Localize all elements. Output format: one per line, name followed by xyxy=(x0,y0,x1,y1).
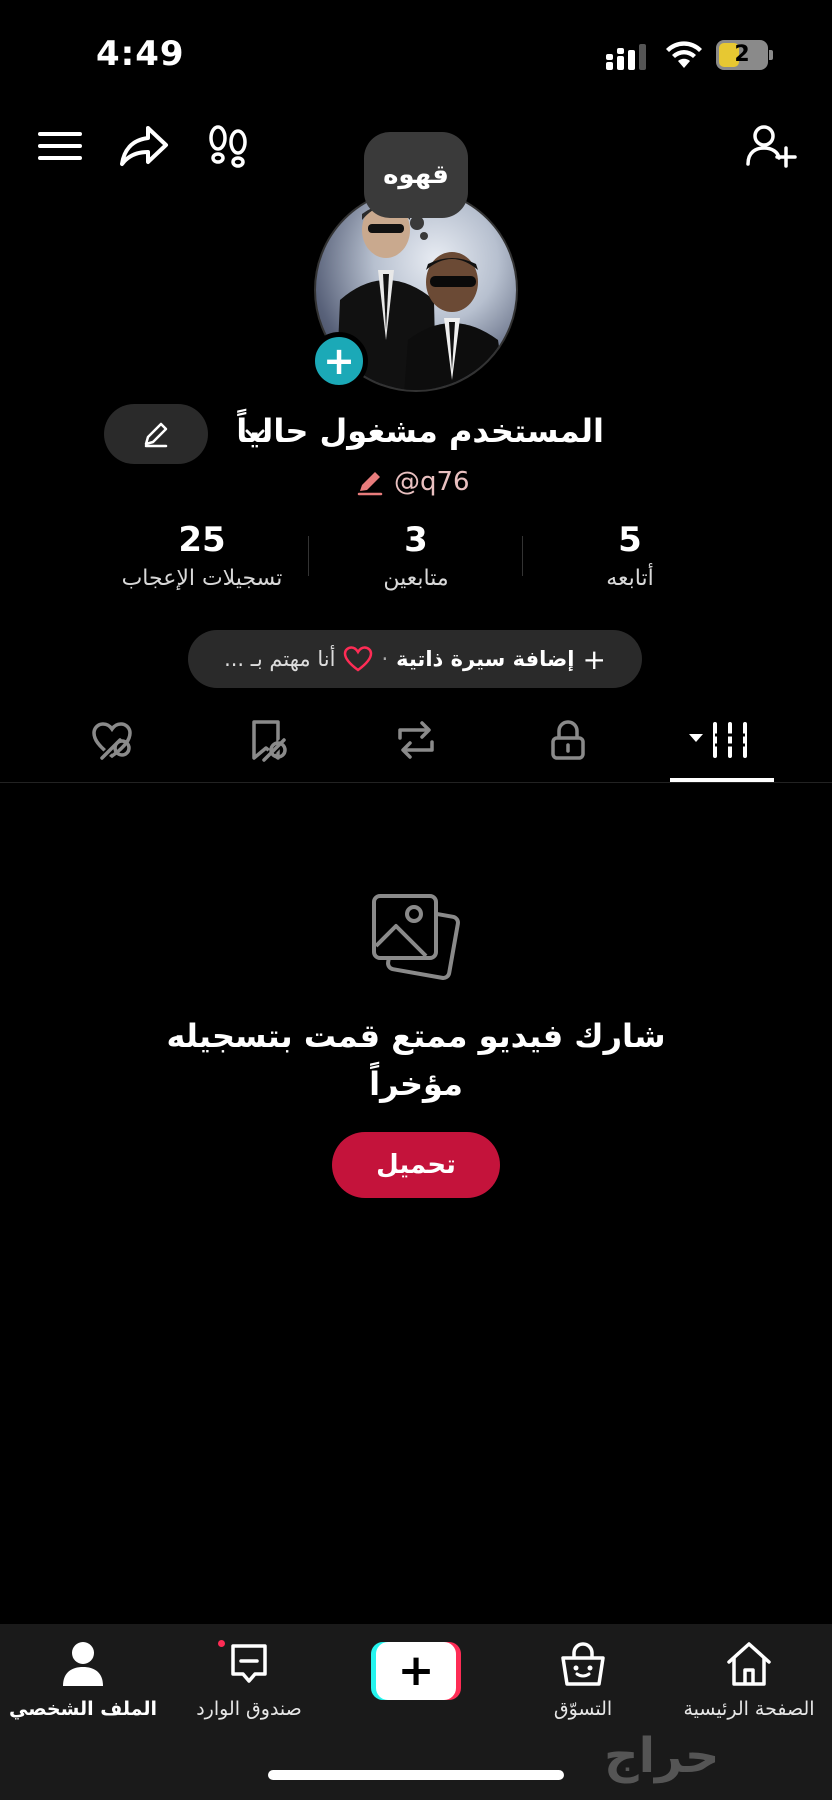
wifi-icon xyxy=(666,41,702,68)
lock-icon xyxy=(551,720,585,760)
tab-videos[interactable] xyxy=(670,710,774,770)
profile-icon xyxy=(63,1642,103,1686)
home-icon xyxy=(727,1642,771,1686)
add-bio-label: إضافة سيرة ذاتية xyxy=(396,647,575,671)
pencil-icon xyxy=(357,472,383,496)
nav-shop-label: التسوّق xyxy=(553,1698,613,1720)
add-bio-button[interactable]: + إضافة سيرة ذاتية · أنا مهتم بـ ... xyxy=(188,630,642,688)
status-time: 4:49 xyxy=(96,34,185,74)
grid-icon xyxy=(689,722,747,758)
nav-create[interactable]: + xyxy=(333,1636,499,1700)
nav-home[interactable]: الصفحة الرئيسية xyxy=(666,1636,832,1720)
photo-gallery-icon xyxy=(372,894,460,980)
heart-icon xyxy=(344,646,373,672)
home-indicator xyxy=(268,1770,564,1780)
add-photo-button[interactable]: + xyxy=(310,332,368,390)
watermark: حراج xyxy=(604,1728,720,1784)
share-icon[interactable] xyxy=(116,118,172,174)
tab-saved[interactable] xyxy=(216,710,316,770)
stat-following-label: أتابعه xyxy=(606,566,654,591)
edit-profile-button[interactable] xyxy=(104,404,208,464)
shopping-bag-icon xyxy=(561,1642,605,1686)
footprint-icon[interactable] xyxy=(200,118,256,174)
hamburger-icon[interactable] xyxy=(32,118,88,174)
stat-following-value: 5 xyxy=(618,520,642,560)
battery-icon: 2 xyxy=(716,40,774,70)
notification-dot xyxy=(218,1640,225,1647)
chevron-down-icon[interactable] xyxy=(242,422,268,448)
interests-label: أنا مهتم بـ ... xyxy=(224,647,336,671)
repost-icon xyxy=(398,721,434,759)
create-button[interactable]: + xyxy=(371,1642,461,1700)
liked-hidden-icon xyxy=(92,722,132,761)
stat-following[interactable]: 5 أتابعه xyxy=(520,520,740,591)
username-row[interactable]: @q76 xyxy=(356,462,470,502)
bio-separator: · xyxy=(381,647,389,671)
note-bubble-tail xyxy=(410,216,424,230)
plus-icon: + xyxy=(376,1642,456,1700)
stat-likes-label: تسجيلات الإعجاب xyxy=(121,566,283,591)
nav-shop[interactable]: التسوّق xyxy=(500,1636,666,1720)
note-text: قهوه xyxy=(383,160,449,190)
nav-home-label: الصفحة الرئيسية xyxy=(683,1698,815,1720)
add-user-icon[interactable] xyxy=(742,118,798,174)
empty-state-title: شارك فيديو ممتع قمت بتسجيله مؤخراً xyxy=(166,1017,666,1103)
stat-followers-label: متابعين xyxy=(383,566,449,591)
username: @q76 xyxy=(394,467,470,497)
pencil-icon xyxy=(144,422,168,448)
saved-hidden-icon xyxy=(252,720,287,762)
tab-liked[interactable] xyxy=(62,710,162,770)
tab-reposts[interactable] xyxy=(366,710,466,770)
plus-icon: + xyxy=(582,642,606,676)
tab-divider xyxy=(0,782,832,783)
nav-profile[interactable]: الملف الشخصي xyxy=(0,1636,166,1720)
nav-inbox-label: صندوق الوارد xyxy=(196,1698,302,1720)
stat-followers-value: 3 xyxy=(404,520,428,560)
nav-profile-label: الملف الشخصي xyxy=(8,1698,157,1720)
tab-private[interactable] xyxy=(518,710,618,770)
note-bubble-tail-dot xyxy=(420,232,428,240)
stat-likes-value: 25 xyxy=(178,520,226,560)
note-bubble[interactable]: قهوه xyxy=(364,132,468,218)
inbox-icon xyxy=(231,1644,267,1683)
stat-followers[interactable]: 3 متابعين xyxy=(306,520,526,591)
nav-inbox[interactable]: صندوق الوارد xyxy=(166,1636,332,1720)
upload-button[interactable]: تحميل xyxy=(332,1132,500,1198)
stat-likes[interactable]: 25 تسجيلات الإعجاب xyxy=(92,520,312,591)
display-name[interactable]: المستخدم مشغول حالياً xyxy=(236,412,604,450)
cellular-signal-icon xyxy=(606,44,646,70)
battery-level: 2 xyxy=(734,42,750,67)
